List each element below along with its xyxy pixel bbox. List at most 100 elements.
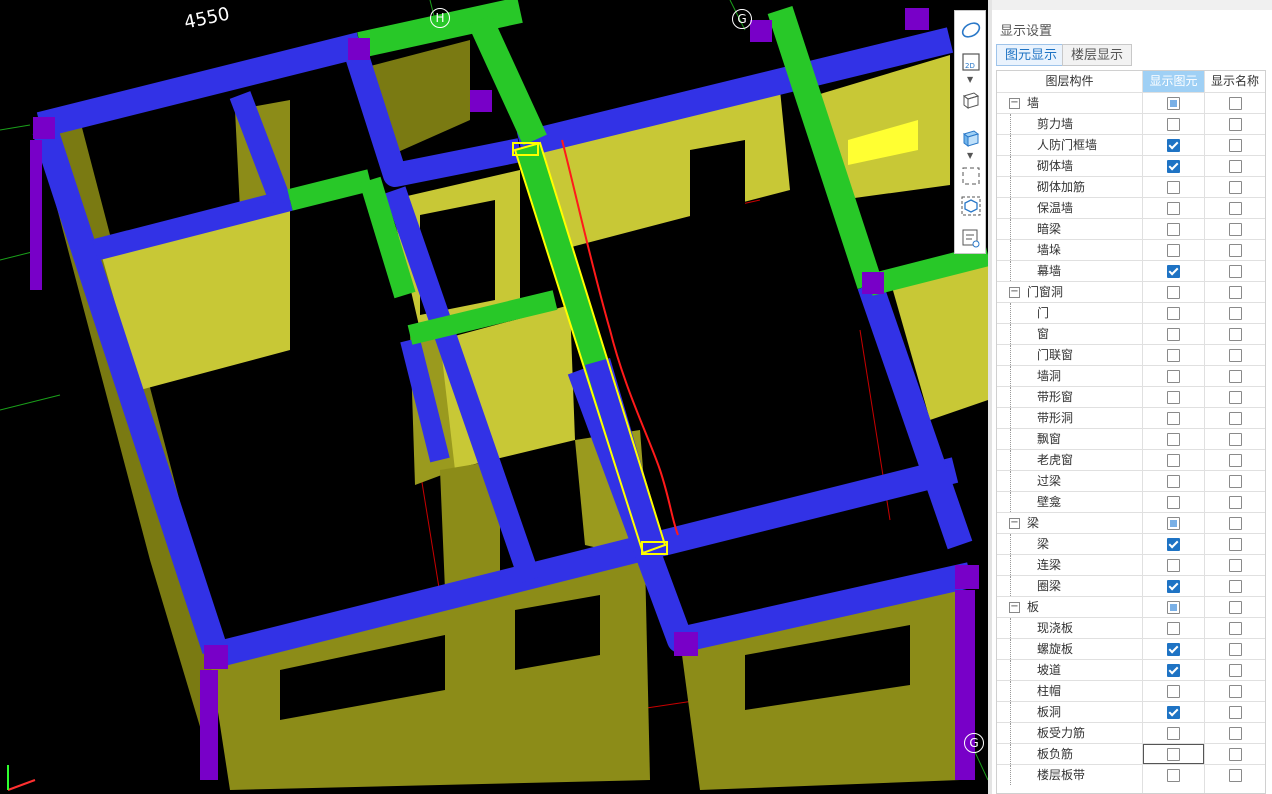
layer-group-row[interactable]: − 门窗洞: [997, 281, 1265, 302]
show-name-checkbox[interactable]: [1229, 181, 1242, 194]
show-element-checkbox[interactable]: [1167, 433, 1180, 446]
orbit-icon[interactable]: [960, 19, 982, 41]
show-name-checkbox[interactable]: [1229, 286, 1242, 299]
collapse-toggle-icon[interactable]: −: [1009, 98, 1020, 109]
layer-row[interactable]: 老虎窗: [997, 449, 1265, 470]
layer-group-row[interactable]: − 墙: [997, 92, 1265, 113]
layer-row[interactable]: 板负筋: [997, 743, 1265, 764]
layer-row[interactable]: 暗梁: [997, 218, 1265, 239]
layer-row[interactable]: 板受力筋: [997, 722, 1265, 743]
layer-row[interactable]: 过梁: [997, 470, 1265, 491]
show-element-checkbox[interactable]: [1167, 475, 1180, 488]
layer-row[interactable]: 窗: [997, 323, 1265, 344]
show-element-checkbox[interactable]: [1167, 664, 1180, 677]
show-name-checkbox[interactable]: [1229, 97, 1242, 110]
select-region-icon[interactable]: [960, 165, 982, 187]
show-name-checkbox[interactable]: [1229, 643, 1242, 656]
show-element-checkbox[interactable]: [1167, 622, 1180, 635]
show-element-checkbox[interactable]: [1167, 727, 1180, 740]
layer-row[interactable]: 圈梁: [997, 575, 1265, 596]
show-element-checkbox[interactable]: [1167, 244, 1180, 257]
layer-row[interactable]: 带形窗: [997, 386, 1265, 407]
tab-floor-display[interactable]: 楼层显示: [1062, 44, 1133, 66]
show-element-checkbox[interactable]: [1167, 496, 1180, 509]
show-element-checkbox[interactable]: [1167, 706, 1180, 719]
layer-group-row[interactable]: − 板: [997, 596, 1265, 617]
layer-row[interactable]: 砌体墙: [997, 155, 1265, 176]
show-name-checkbox[interactable]: [1229, 160, 1242, 173]
layer-row[interactable]: 坡道: [997, 659, 1265, 680]
show-element-checkbox[interactable]: [1167, 307, 1180, 320]
layer-row[interactable]: 柱帽: [997, 680, 1265, 701]
show-name-checkbox[interactable]: [1229, 391, 1242, 404]
tab-element-display[interactable]: 图元显示: [996, 44, 1067, 66]
layer-row[interactable]: 飘窗: [997, 428, 1265, 449]
building-3d-scene[interactable]: [0, 0, 988, 794]
show-name-checkbox[interactable]: [1229, 769, 1242, 782]
show-name-checkbox[interactable]: [1229, 706, 1242, 719]
show-name-checkbox[interactable]: [1229, 118, 1242, 131]
show-name-checkbox[interactable]: [1229, 223, 1242, 236]
show-name-checkbox[interactable]: [1229, 538, 1242, 551]
show-element-checkbox[interactable]: [1167, 769, 1180, 782]
show-name-checkbox[interactable]: [1229, 664, 1242, 677]
layer-row[interactable]: 墙垛: [997, 239, 1265, 260]
layer-row[interactable]: 门联窗: [997, 344, 1265, 365]
show-element-checkbox[interactable]: [1167, 328, 1180, 341]
show-element-checkbox[interactable]: [1167, 181, 1180, 194]
show-element-checkbox[interactable]: [1167, 517, 1180, 530]
header-show-name[interactable]: 显示名称: [1205, 71, 1265, 92]
show-name-checkbox[interactable]: [1229, 601, 1242, 614]
display-settings-icon[interactable]: [960, 227, 982, 249]
2d-view-icon[interactable]: 2D: [960, 51, 982, 73]
show-name-checkbox[interactable]: [1229, 202, 1242, 215]
layer-row[interactable]: 门: [997, 302, 1265, 323]
layer-row[interactable]: 梁: [997, 533, 1265, 554]
layer-row[interactable]: 幕墙: [997, 260, 1265, 281]
show-name-checkbox[interactable]: [1229, 580, 1242, 593]
show-name-checkbox[interactable]: [1229, 139, 1242, 152]
show-element-checkbox[interactable]: [1167, 160, 1180, 173]
show-element-checkbox[interactable]: [1167, 265, 1180, 278]
layer-row[interactable]: 板洞: [997, 701, 1265, 722]
show-name-checkbox[interactable]: [1229, 496, 1242, 509]
show-name-checkbox[interactable]: [1229, 748, 1242, 761]
show-element-checkbox[interactable]: [1167, 349, 1180, 362]
show-element-checkbox[interactable]: [1167, 559, 1180, 572]
3d-box-icon[interactable]: [960, 89, 982, 111]
show-element-checkbox[interactable]: [1167, 118, 1180, 131]
collapse-toggle-icon[interactable]: −: [1009, 287, 1020, 298]
show-name-checkbox[interactable]: [1229, 265, 1242, 278]
cube-view-icon[interactable]: [960, 195, 982, 217]
show-element-checkbox[interactable]: [1167, 286, 1180, 299]
show-element-checkbox[interactable]: [1167, 202, 1180, 215]
show-element-checkbox[interactable]: [1167, 601, 1180, 614]
show-name-checkbox[interactable]: [1229, 244, 1242, 257]
layer-row[interactable]: 壁龛: [997, 491, 1265, 512]
show-element-checkbox[interactable]: [1167, 412, 1180, 425]
show-name-checkbox[interactable]: [1229, 517, 1242, 530]
show-name-checkbox[interactable]: [1229, 685, 1242, 698]
show-element-checkbox[interactable]: [1167, 223, 1180, 236]
show-element-checkbox[interactable]: [1167, 391, 1180, 404]
layer-row[interactable]: 保温墙: [997, 197, 1265, 218]
show-name-checkbox[interactable]: [1229, 559, 1242, 572]
chevron-down-icon[interactable]: ▼: [967, 151, 973, 160]
3d-model-viewport[interactable]: 4550 H G G 2D ▼ ▼: [0, 0, 988, 794]
show-element-checkbox[interactable]: [1167, 685, 1180, 698]
show-element-checkbox[interactable]: [1167, 454, 1180, 467]
layer-row[interactable]: 人防门框墙: [997, 134, 1265, 155]
layer-row[interactable]: 墙洞: [997, 365, 1265, 386]
show-element-checkbox[interactable]: [1167, 139, 1180, 152]
show-name-checkbox[interactable]: [1229, 307, 1242, 320]
collapse-toggle-icon[interactable]: −: [1009, 518, 1020, 529]
layer-row[interactable]: 砌体加筋: [997, 176, 1265, 197]
show-name-checkbox[interactable]: [1229, 433, 1242, 446]
layer-row[interactable]: 楼层板带: [997, 764, 1265, 785]
show-name-checkbox[interactable]: [1229, 349, 1242, 362]
header-show-element[interactable]: 显示图元: [1143, 71, 1204, 92]
layer-row[interactable]: 现浇板: [997, 617, 1265, 638]
collapse-toggle-icon[interactable]: −: [1009, 602, 1020, 613]
show-element-checkbox[interactable]: [1167, 538, 1180, 551]
show-name-checkbox[interactable]: [1229, 370, 1242, 383]
